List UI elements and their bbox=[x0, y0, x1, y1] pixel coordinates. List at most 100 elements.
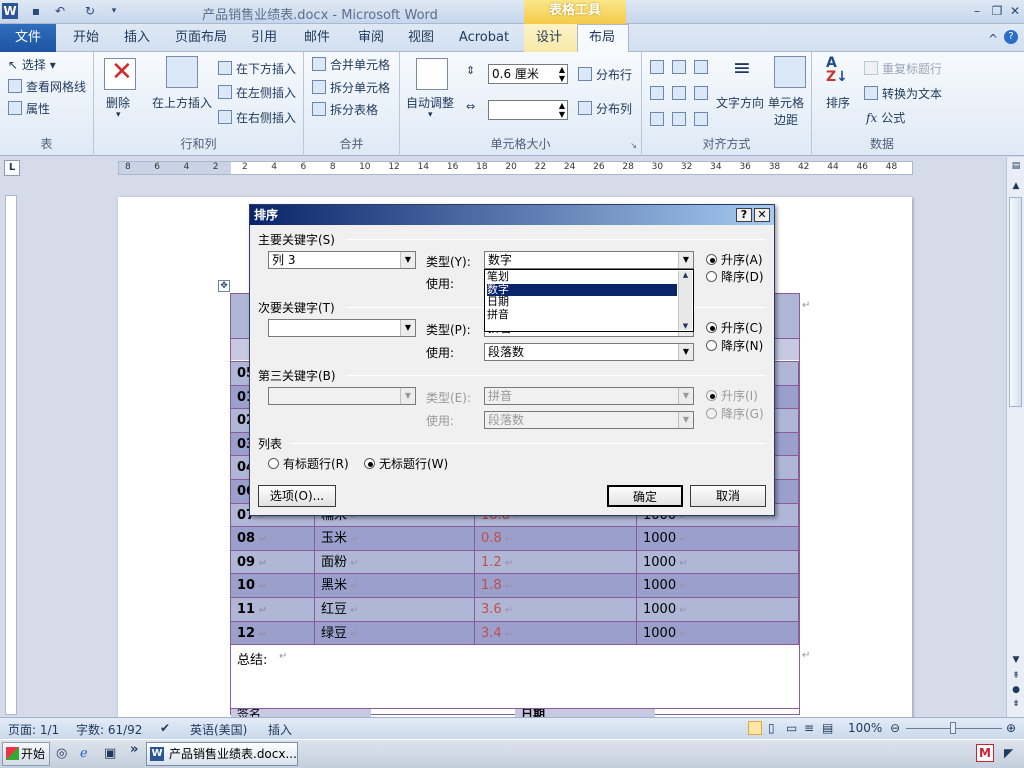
has-header-radio[interactable]: 有标题行(R) bbox=[268, 455, 349, 472]
tab-insert[interactable]: 插入 bbox=[116, 24, 158, 52]
draft-view-icon[interactable]: ▤ bbox=[822, 721, 833, 735]
split-table-button[interactable]: 拆分表格 bbox=[312, 101, 378, 118]
table-row[interactable]: 10 ↵ 黑米 ↵ 1.8 ↵ 1000 ↵ bbox=[231, 573, 799, 598]
secondary-key-select[interactable]: ▼ bbox=[268, 319, 416, 337]
table-cell-name[interactable]: 玉米 ↵ bbox=[315, 527, 475, 551]
primary-key-select[interactable]: 列 3 ▼ bbox=[268, 251, 416, 269]
no-header-radio[interactable]: 无标题行(W) bbox=[364, 455, 448, 472]
dropdown-option[interactable]: 笔划 bbox=[487, 271, 677, 283]
zoom-out-icon[interactable]: ⊖ bbox=[890, 721, 900, 735]
table-cell-price[interactable]: 3.4 ↵ bbox=[475, 621, 637, 646]
tertiary-desc-radio[interactable]: 降序(G) bbox=[706, 405, 764, 422]
align-middle-right-icon[interactable] bbox=[694, 86, 708, 100]
tray-network-icon[interactable]: ◤ bbox=[1004, 746, 1013, 760]
delete-button[interactable]: 删除 bbox=[106, 94, 130, 111]
table-cell-name[interactable]: 绿豆 ↵ bbox=[315, 621, 475, 646]
scroll-up-icon[interactable]: ▲ bbox=[1009, 181, 1023, 195]
close-icon[interactable]: ✕ bbox=[1006, 2, 1024, 20]
dropdown-option[interactable]: 数字 bbox=[487, 283, 677, 296]
quick-launch-more-icon[interactable]: » bbox=[130, 742, 138, 757]
tertiary-key-select[interactable]: ▼ bbox=[268, 387, 416, 405]
align-bottom-center-icon[interactable] bbox=[672, 112, 686, 126]
zoom-level[interactable]: 100% bbox=[848, 721, 882, 735]
quick-launch-browser-icon[interactable]: ℯ bbox=[80, 746, 88, 761]
tertiary-use-select[interactable]: 段落数 ▼ bbox=[484, 411, 694, 429]
row-height-field[interactable]: 0.6 厘米 ▲ ▼ bbox=[488, 64, 568, 84]
tab-references[interactable]: 引用 bbox=[244, 24, 284, 52]
table-row[interactable]: 11 ↵ 红豆 ↵ 3.6 ↵ 1000 ↵ bbox=[231, 597, 799, 622]
select-button[interactable]: ↖ 选择 ▾ bbox=[8, 56, 56, 73]
table-cell-qty[interactable]: 1000 ↵ bbox=[637, 598, 799, 622]
scroll-down-icon[interactable]: ▼ bbox=[1009, 655, 1023, 669]
column-width-field[interactable]: ▲ ▼ bbox=[488, 100, 568, 120]
dropdown-scrollbar[interactable]: ▲ ▼ bbox=[678, 271, 692, 330]
page-indicator[interactable]: 页面: 1/1 bbox=[8, 721, 59, 738]
align-top-right-icon[interactable] bbox=[694, 60, 708, 74]
dialog-help-button[interactable]: ? bbox=[736, 208, 752, 222]
dropdown-option[interactable]: 拼音 bbox=[487, 308, 677, 321]
align-bottom-left-icon[interactable] bbox=[650, 112, 664, 126]
tab-design[interactable]: 设计 bbox=[528, 24, 570, 52]
secondary-asc-radio[interactable]: 升序(C) bbox=[706, 319, 763, 336]
merge-cells-button[interactable]: 合并单元格 bbox=[312, 56, 390, 73]
scroll-up-icon[interactable]: ▲ bbox=[679, 271, 692, 279]
insert-mode-indicator[interactable]: 插入 bbox=[268, 721, 292, 738]
tab-layout[interactable]: 布局 bbox=[580, 24, 624, 52]
primary-type-select[interactable]: 数字 ▼ bbox=[484, 251, 694, 269]
table-cell-qty[interactable]: 1000 ↵ bbox=[637, 550, 799, 575]
outline-view-icon[interactable]: ≡ bbox=[804, 721, 814, 735]
ruler-toggle-icon[interactable]: ▤ bbox=[1009, 161, 1023, 175]
scroll-down-icon[interactable]: ▼ bbox=[679, 322, 692, 330]
table-cell-id[interactable]: 09 ↵ bbox=[231, 550, 315, 575]
vertical-ruler[interactable] bbox=[0, 179, 22, 717]
dialog-close-button[interactable]: ✕ bbox=[754, 208, 770, 222]
width-spinner-icon[interactable]: ▲ ▼ bbox=[559, 101, 565, 119]
horizontal-ruler[interactable]: 8 6 4 2 2 4 6 8 10 12 14 16 18 20 22 24 26 28 30 32 34 36 38 42… bbox=[118, 161, 913, 175]
table-cell-qty[interactable]: 1000 ↵ bbox=[637, 621, 799, 646]
ok-button[interactable]: 确定 bbox=[607, 485, 683, 507]
convert-to-text-button[interactable]: 转换为文本 bbox=[864, 85, 942, 102]
table-cell-price[interactable]: 1.2 ↵ bbox=[475, 550, 637, 575]
table-cell-price[interactable]: 1.8 ↵ bbox=[475, 574, 637, 598]
primary-desc-radio[interactable]: 降序(D) bbox=[706, 268, 764, 285]
zoom-slider-thumb[interactable] bbox=[950, 722, 956, 734]
start-button[interactable]: 开始 bbox=[2, 742, 50, 766]
table-cell-name[interactable]: 面粉 ↵ bbox=[315, 550, 475, 575]
next-page-icon[interactable]: ⇟ bbox=[1009, 699, 1023, 713]
ribbon-collapse-icon[interactable]: ^ bbox=[984, 30, 1002, 48]
align-middle-center-icon[interactable] bbox=[672, 86, 686, 100]
tab-page-layout[interactable]: 页面布局 bbox=[170, 24, 232, 52]
height-spinner-icon[interactable]: ▲ ▼ bbox=[559, 65, 565, 83]
repeat-header-button[interactable]: 重复标题行 bbox=[864, 60, 942, 77]
align-top-left-icon[interactable] bbox=[650, 60, 664, 74]
cell-size-launcher-icon[interactable]: ↘ bbox=[630, 141, 637, 150]
tab-mailings[interactable]: 邮件 bbox=[296, 24, 338, 52]
language-indicator[interactable]: 英语(美国) bbox=[190, 721, 247, 738]
properties-button[interactable]: 属性 bbox=[8, 100, 50, 117]
dropdown-option[interactable]: 日期 bbox=[487, 296, 677, 308]
taskbar-word-item[interactable]: W 产品销售业绩表.docx... bbox=[146, 742, 298, 766]
cancel-button[interactable]: 取消 bbox=[690, 485, 766, 507]
quick-launch-ie-icon[interactable]: ◎ bbox=[56, 746, 67, 761]
insert-left-button[interactable]: 在左侧插入 bbox=[218, 84, 296, 101]
secondary-desc-radio[interactable]: 降序(N) bbox=[706, 337, 763, 354]
table-move-handle-icon[interactable]: ✥ bbox=[218, 280, 230, 292]
tab-view[interactable]: 视图 bbox=[400, 24, 442, 52]
help-icon[interactable]: ? bbox=[1004, 30, 1018, 44]
table-row[interactable]: 09 ↵ 面粉 ↵ 1.2 ↵ 1000 ↵ bbox=[231, 549, 799, 575]
formula-button[interactable]: fx 公式 bbox=[866, 109, 905, 126]
web-layout-icon[interactable]: ▭ bbox=[786, 721, 797, 735]
proofing-icon[interactable]: ✔ bbox=[160, 721, 170, 735]
options-button[interactable]: 选项(O)... bbox=[258, 485, 336, 507]
table-cell-price[interactable]: 0.8 ↵ bbox=[475, 527, 637, 551]
table-cell-name[interactable]: 黑米 ↵ bbox=[315, 574, 475, 598]
quick-launch-media-icon[interactable]: ▣ bbox=[104, 746, 116, 761]
insert-below-button[interactable]: 在下方插入 bbox=[218, 60, 296, 77]
primary-asc-radio[interactable]: 升序(A) bbox=[706, 251, 763, 268]
table-cell-name[interactable]: 红豆 ↵ bbox=[315, 598, 475, 622]
table-cell-price[interactable]: 3.6 ↵ bbox=[475, 598, 637, 622]
tertiary-type-select[interactable]: 拼音 ▼ bbox=[484, 387, 694, 405]
insert-above-button[interactable]: 在上方插入 bbox=[152, 94, 212, 111]
align-top-center-icon[interactable] bbox=[672, 60, 686, 74]
align-middle-left-icon[interactable] bbox=[650, 86, 664, 100]
